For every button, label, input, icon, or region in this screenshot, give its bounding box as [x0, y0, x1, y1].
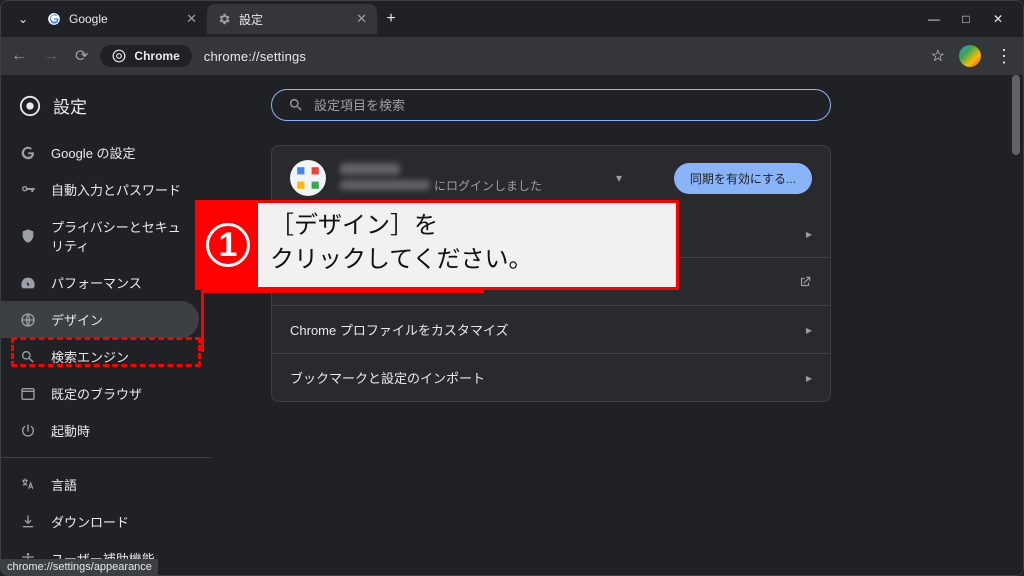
- settings-main: にログインしました ▾ 同期を有効にする... 同期と Google サービス▸…: [211, 75, 1023, 575]
- key-icon: [19, 181, 37, 199]
- settings-search-input[interactable]: [314, 98, 814, 113]
- settings-row-label: ブックマークと設定のインポート: [290, 368, 485, 387]
- nav-forward-icon[interactable]: →: [43, 47, 59, 65]
- profile-picture-icon: [290, 160, 326, 196]
- globe-icon: [19, 311, 37, 329]
- scrollbar[interactable]: [1009, 75, 1023, 575]
- status-bar-url: chrome://settings/appearance: [1, 559, 158, 575]
- tab-label: Google: [69, 12, 108, 26]
- sidebar-item-label: デザイン: [51, 310, 103, 329]
- url-bar: ← → ⟳ Chrome chrome://settings ☆ ⋮: [1, 37, 1023, 75]
- sidebar-header: 設定: [1, 89, 211, 134]
- chevron-right-icon: ▸: [806, 371, 812, 385]
- sidebar-divider: [1, 457, 211, 458]
- annotation-number-badge: 1: [198, 203, 258, 287]
- url-chip-label: Chrome: [134, 49, 179, 63]
- sidebar-item-lang[interactable]: 言語: [1, 466, 199, 503]
- browser-tab-google[interactable]: Google ✕: [37, 4, 207, 34]
- sidebar-item-download[interactable]: ダウンロード: [1, 503, 199, 540]
- profile-avatar-icon[interactable]: [959, 45, 981, 67]
- settings-sidebar: 設定 Google の設定自動入力とパスワードプライバシーとセキュリティパフォー…: [1, 75, 211, 575]
- browser-tab-settings[interactable]: 設定 ✕: [207, 4, 377, 34]
- tab-label: 設定: [239, 11, 263, 28]
- bookmark-star-icon[interactable]: ☆: [931, 46, 945, 66]
- window-controls: ― □ ✕: [927, 12, 1015, 26]
- settings-search[interactable]: [271, 89, 831, 121]
- annotation-connector-line: [201, 290, 204, 352]
- sidebar-item-browser[interactable]: 既定のブラウザ: [1, 375, 199, 412]
- sidebar-item-search[interactable]: 検索エンジン: [1, 338, 199, 375]
- new-tab-button[interactable]: +: [377, 5, 405, 33]
- sidebar-item-power[interactable]: 起動時: [1, 412, 199, 449]
- sidebar-item-google[interactable]: Google の設定: [1, 134, 199, 171]
- profile-logged-in-text: にログインしました: [434, 177, 542, 194]
- gear-favicon-icon: [217, 12, 231, 26]
- chevron-right-icon: ▸: [806, 323, 812, 337]
- sidebar-item-speed[interactable]: パフォーマンス: [1, 264, 199, 301]
- sidebar-item-label: ダウンロード: [51, 512, 129, 531]
- sidebar-item-key[interactable]: 自動入力とパスワード: [1, 171, 199, 208]
- power-icon: [19, 422, 37, 440]
- lang-icon: [19, 476, 37, 494]
- chevron-right-icon: ▸: [806, 227, 812, 241]
- settings-row[interactable]: ブックマークと設定のインポート ▸: [272, 353, 830, 401]
- download-icon: [19, 513, 37, 531]
- profile-email-redacted: [340, 180, 430, 190]
- close-window-icon[interactable]: ✕: [991, 12, 1005, 26]
- sidebar-item-label: 既定のブラウザ: [51, 384, 142, 403]
- maximize-icon[interactable]: □: [959, 12, 973, 26]
- url-text[interactable]: chrome://settings: [204, 49, 306, 64]
- sidebar-item-label: Google の設定: [51, 143, 136, 162]
- url-chip[interactable]: Chrome: [100, 45, 191, 67]
- enable-sync-button[interactable]: 同期を有効にする...: [674, 163, 812, 194]
- sidebar-title: 設定: [53, 93, 87, 118]
- sidebar-item-shield[interactable]: プライバシーとセキュリティ: [1, 208, 199, 264]
- settings-row[interactable]: Chrome プロファイルをカスタマイズ ▸: [272, 305, 830, 353]
- speed-icon: [19, 274, 37, 292]
- external-link-icon: [798, 275, 812, 289]
- browser-icon: [19, 385, 37, 403]
- profile-name-redacted: [340, 163, 400, 175]
- annotation-callout: 1 ［デザイン］を クリックしてください。: [195, 200, 679, 290]
- tabs-dropdown-icon[interactable]: ⌄: [9, 12, 37, 26]
- close-tab-icon[interactable]: ✕: [186, 11, 197, 27]
- nav-reload-icon[interactable]: ⟳: [75, 46, 88, 66]
- sidebar-item-label: 自動入力とパスワード: [51, 180, 181, 199]
- profile-dropdown-icon[interactable]: ▾: [616, 171, 622, 185]
- nav-back-icon[interactable]: ←: [11, 47, 27, 65]
- minimize-icon[interactable]: ―: [927, 12, 941, 26]
- chrome-logo-icon: [112, 49, 126, 63]
- sidebar-item-label: 検索エンジン: [51, 347, 129, 366]
- annotation-text: ［デザイン］を クリックしてください。: [258, 203, 676, 287]
- search-icon: [288, 97, 304, 113]
- shield-icon: [19, 227, 37, 245]
- search-icon: [19, 348, 37, 366]
- settings-row-label: Chrome プロファイルをカスタマイズ: [290, 320, 508, 339]
- chrome-logo-icon: [19, 95, 41, 117]
- sidebar-item-label: プライバシーとセキュリティ: [51, 217, 181, 255]
- annotation-connector-line: [201, 290, 484, 293]
- google-icon: [19, 144, 37, 162]
- sidebar-item-label: パフォーマンス: [51, 273, 142, 292]
- sidebar-item-label: 言語: [51, 475, 77, 494]
- window-titlebar: ⌄ Google ✕ 設定 ✕ + ― □ ✕: [1, 1, 1023, 37]
- sidebar-item-label: 起動時: [51, 421, 90, 440]
- google-favicon-icon: [47, 12, 61, 26]
- close-tab-icon[interactable]: ✕: [356, 11, 367, 27]
- sidebar-item-globe[interactable]: デザイン: [1, 301, 199, 338]
- browser-menu-icon[interactable]: ⋮: [995, 46, 1013, 67]
